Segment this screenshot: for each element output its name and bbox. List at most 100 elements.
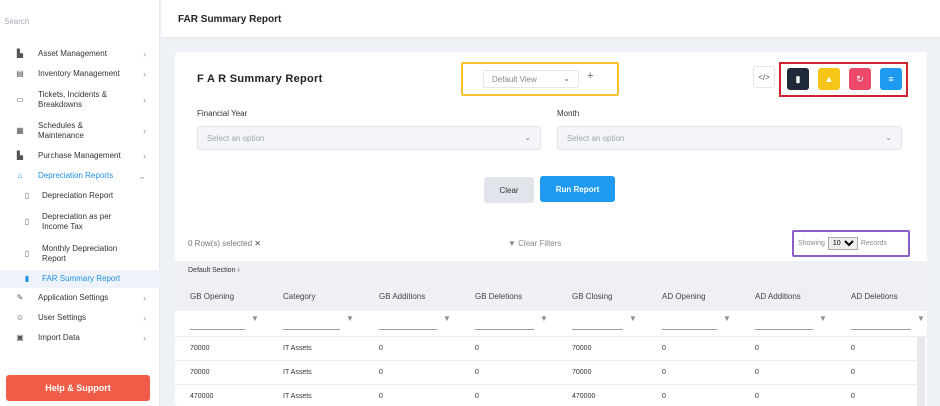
column-header[interactable]: GB Additions <box>379 292 425 301</box>
filter-icon[interactable]: ▼ <box>540 314 548 328</box>
chevron-left-icon: ‹ <box>237 267 240 274</box>
column-header[interactable]: GB Opening <box>190 292 234 301</box>
table-cell: 0 <box>662 369 666 376</box>
column-header[interactable]: AD Opening <box>662 292 706 301</box>
column-filter-input[interactable] <box>851 316 911 330</box>
table-cell: IT Assets <box>283 393 312 400</box>
grid-filter-row: ▼ ▼ ▼ ▼ ▼ ▼ ▼ ▼ <box>175 311 927 337</box>
sidebar-subitem-label: FAR Summary Report <box>42 274 121 283</box>
filter-icon[interactable]: ▼ <box>629 314 637 328</box>
refresh-icon: ↻ <box>856 73 864 84</box>
table-row[interactable]: 70000 IT Assets 0 0 70000 0 0 0 <box>175 337 927 361</box>
section-label: Default Section <box>188 267 236 274</box>
table-row[interactable]: 470000 IT Assets 0 0 470000 0 0 0 <box>175 385 927 406</box>
records-label: Records <box>860 240 887 247</box>
filter-icon[interactable]: ▼ <box>346 314 354 328</box>
financial-year-select[interactable]: Select an option ⌄ <box>197 126 541 150</box>
view-select-value: Default View <box>492 74 537 84</box>
chevron-down-icon: ⌄ <box>885 133 892 142</box>
records-per-page-highlight: Showing 100 Records <box>792 230 910 257</box>
column-filter-input[interactable] <box>755 316 813 330</box>
column-filter-input[interactable] <box>572 316 623 330</box>
table-cell: 70000 <box>572 369 592 376</box>
column-filter-input[interactable] <box>190 316 245 330</box>
table-cell: IT Assets <box>283 369 312 376</box>
sidebar-item-import-data[interactable]: ▣ Import Data › <box>0 328 160 348</box>
filter-icon[interactable]: ▼ <box>443 314 451 328</box>
chevron-right-icon: › <box>143 151 146 161</box>
view-selector-highlight: Default View ⌄ + <box>461 62 619 96</box>
records-per-page-select[interactable]: 100 <box>827 237 858 250</box>
month-select[interactable]: Select an option ⌄ <box>557 126 902 150</box>
column-header[interactable]: Category <box>283 292 315 301</box>
table-cell: 470000 <box>190 393 214 400</box>
column-header[interactable]: AD Additions <box>755 292 801 301</box>
column-header[interactable]: AD Deletions <box>851 292 898 301</box>
wrench-icon: ✎ <box>16 293 24 302</box>
filter-icon[interactable]: ▼ <box>723 314 731 328</box>
sidebar-item-purchase-management[interactable]: ▙ Purchase Management › <box>0 146 160 166</box>
table-row[interactable]: 70000 IT Assets 0 0 70000 0 0 0 <box>175 361 927 385</box>
sidebar-item-asset-management[interactable]: ▙ Asset Management › <box>0 44 160 64</box>
column-filter-input[interactable] <box>379 316 437 330</box>
clear-button[interactable]: Clear <box>484 177 534 203</box>
grid-scrollbar[interactable] <box>917 337 925 406</box>
column-filter-input[interactable] <box>283 316 340 330</box>
table-cell: 0 <box>662 393 666 400</box>
column-header[interactable]: GB Deletions <box>475 292 522 301</box>
top-header: FAR Summary Report <box>161 0 940 38</box>
chevron-right-icon: › <box>143 313 146 323</box>
filter-icon: ▼ <box>508 239 516 248</box>
download-icon: ▲ <box>824 74 834 84</box>
filter-icon[interactable]: ▼ <box>917 314 925 328</box>
showing-label: Showing <box>798 240 825 247</box>
sidebar-subitem-monthly-depreciation[interactable]: ▯ Monthly Depreciation Report <box>0 238 160 270</box>
financial-year-placeholder: Select an option <box>207 133 265 143</box>
download-button[interactable]: ▲ <box>818 68 840 90</box>
export-document-button[interactable]: ▮ <box>787 68 809 90</box>
run-report-button[interactable]: Run Report <box>540 176 615 202</box>
sidebar-search[interactable] <box>4 17 154 31</box>
chevron-down-icon: ⌄ <box>138 171 146 181</box>
table-cell: 70000 <box>190 345 210 352</box>
filter-icon[interactable]: ▼ <box>819 314 827 328</box>
table-cell: 0 <box>755 369 759 376</box>
sidebar-item-label: Purchase Management <box>38 151 121 160</box>
sidebar-subitem-label: Depreciation as per Income Tax <box>42 212 112 231</box>
page-title: FAR Summary Report <box>178 14 282 25</box>
sidebar: ▙ Asset Management › ▤ Inventory Managem… <box>0 0 160 406</box>
clear-filters-link[interactable]: ▼ Clear Filters <box>508 239 561 248</box>
sidebar-item-label: Tickets, Incidents & Breakdowns <box>38 90 108 109</box>
search-input[interactable] <box>4 17 154 26</box>
column-filter-input[interactable] <box>662 316 717 330</box>
view-select[interactable]: Default View ⌄ <box>483 70 579 88</box>
sidebar-item-user-settings[interactable]: ☺ User Settings › <box>0 308 160 328</box>
refresh-button[interactable]: ↻ <box>849 68 871 90</box>
report-title: F A R Summary Report <box>197 73 323 85</box>
list-columns-button[interactable]: ≡ <box>880 68 902 90</box>
sidebar-item-depreciation-reports[interactable]: ⌂ Depreciation Reports ⌄ <box>0 166 160 186</box>
sidebar-item-schedules[interactable]: ▦ Schedules & Maintenance › <box>0 116 160 146</box>
column-filter-input[interactable] <box>475 316 534 330</box>
sidebar-subitem-depreciation-report[interactable]: ▯ Depreciation Report <box>0 186 160 206</box>
sidebar-item-inventory-management[interactable]: ▤ Inventory Management › <box>0 64 160 84</box>
close-icon[interactable]: ✕ <box>254 239 261 248</box>
section-header[interactable]: Default Section ‹ <box>175 261 927 281</box>
month-label: Month <box>557 109 580 118</box>
sidebar-subitem-income-tax[interactable]: ▯ Depreciation as per Income Tax <box>0 206 160 238</box>
table-cell: IT Assets <box>283 345 312 352</box>
sidebar-subitem-far-summary[interactable]: ▮ FAR Summary Report <box>0 270 160 288</box>
sidebar-item-application-settings[interactable]: ✎ Application Settings › <box>0 288 160 308</box>
table-cell: 0 <box>379 345 383 352</box>
table-cell: 0 <box>851 369 855 376</box>
add-view-button[interactable]: + <box>587 70 593 82</box>
chevron-right-icon: › <box>143 293 146 303</box>
code-view-button[interactable]: </> <box>753 66 775 88</box>
help-support-button[interactable]: Help & Support <box>6 375 150 401</box>
sidebar-item-label: Asset Management <box>38 49 107 58</box>
filter-icon[interactable]: ▼ <box>251 314 259 328</box>
chevron-right-icon: › <box>143 95 146 105</box>
table-cell: 0 <box>755 345 759 352</box>
sidebar-item-tickets[interactable]: ▭ Tickets, Incidents & Breakdowns › <box>0 84 160 116</box>
column-header[interactable]: GB Closing <box>572 292 612 301</box>
